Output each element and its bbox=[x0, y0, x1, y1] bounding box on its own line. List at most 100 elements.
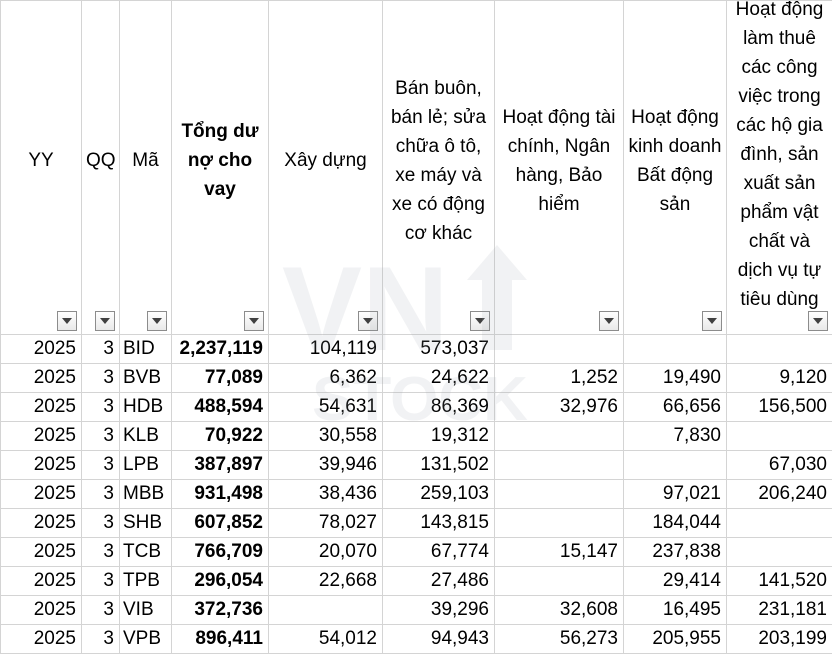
cell-taichinh[interactable]: 15,147 bbox=[495, 538, 624, 567]
cell-banbuon[interactable]: 86,369 bbox=[383, 393, 495, 422]
cell-batdongsan[interactable]: 66,656 bbox=[624, 393, 727, 422]
cell-xaydung[interactable]: 30,558 bbox=[269, 422, 383, 451]
cell-xaydung[interactable]: 78,027 bbox=[269, 509, 383, 538]
cell-tong[interactable]: 372,736 bbox=[172, 596, 269, 625]
cell-taichinh[interactable] bbox=[495, 509, 624, 538]
cell-ma[interactable]: TCB bbox=[120, 538, 172, 567]
cell-qq[interactable]: 3 bbox=[82, 335, 120, 364]
cell-lamthue[interactable]: 156,500 bbox=[727, 393, 832, 422]
cell-banbuon[interactable]: 39,296 bbox=[383, 596, 495, 625]
cell-xaydung[interactable]: 22,668 bbox=[269, 567, 383, 596]
cell-tong[interactable]: 931,498 bbox=[172, 480, 269, 509]
cell-lamthue[interactable]: 67,030 bbox=[727, 451, 832, 480]
cell-tong[interactable]: 896,411 bbox=[172, 625, 269, 654]
cell-ma[interactable]: SHB bbox=[120, 509, 172, 538]
cell-yy[interactable]: 2025 bbox=[1, 393, 82, 422]
cell-yy[interactable]: 2025 bbox=[1, 364, 82, 393]
cell-taichinh[interactable] bbox=[495, 567, 624, 596]
cell-banbuon[interactable]: 24,622 bbox=[383, 364, 495, 393]
cell-lamthue[interactable]: 141,520 bbox=[727, 567, 832, 596]
cell-qq[interactable]: 3 bbox=[82, 480, 120, 509]
cell-yy[interactable]: 2025 bbox=[1, 480, 82, 509]
cell-ma[interactable]: KLB bbox=[120, 422, 172, 451]
cell-batdongsan[interactable]: 97,021 bbox=[624, 480, 727, 509]
filter-dropdown-xaydung[interactable] bbox=[358, 311, 378, 331]
cell-batdongsan[interactable]: 237,838 bbox=[624, 538, 727, 567]
cell-taichinh[interactable] bbox=[495, 480, 624, 509]
filter-dropdown-yy[interactable] bbox=[57, 311, 77, 331]
cell-lamthue[interactable]: 231,181 bbox=[727, 596, 832, 625]
cell-banbuon[interactable]: 573,037 bbox=[383, 335, 495, 364]
cell-qq[interactable]: 3 bbox=[82, 596, 120, 625]
filter-dropdown-batdongsan[interactable] bbox=[702, 311, 722, 331]
cell-xaydung[interactable]: 39,946 bbox=[269, 451, 383, 480]
cell-banbuon[interactable]: 19,312 bbox=[383, 422, 495, 451]
filter-dropdown-taichinh[interactable] bbox=[599, 311, 619, 331]
filter-dropdown-ma[interactable] bbox=[147, 311, 167, 331]
cell-banbuon[interactable]: 131,502 bbox=[383, 451, 495, 480]
cell-tong[interactable]: 77,089 bbox=[172, 364, 269, 393]
cell-ma[interactable]: BID bbox=[120, 335, 172, 364]
cell-yy[interactable]: 2025 bbox=[1, 538, 82, 567]
cell-qq[interactable]: 3 bbox=[82, 567, 120, 596]
cell-tong[interactable]: 387,897 bbox=[172, 451, 269, 480]
cell-taichinh[interactable]: 1,252 bbox=[495, 364, 624, 393]
cell-taichinh[interactable]: 32,608 bbox=[495, 596, 624, 625]
cell-batdongsan[interactable]: 19,490 bbox=[624, 364, 727, 393]
cell-lamthue[interactable] bbox=[727, 422, 832, 451]
cell-tong[interactable]: 296,054 bbox=[172, 567, 269, 596]
cell-batdongsan[interactable]: 184,044 bbox=[624, 509, 727, 538]
cell-batdongsan[interactable]: 205,955 bbox=[624, 625, 727, 654]
cell-taichinh[interactable]: 32,976 bbox=[495, 393, 624, 422]
cell-banbuon[interactable]: 94,943 bbox=[383, 625, 495, 654]
cell-yy[interactable]: 2025 bbox=[1, 335, 82, 364]
cell-yy[interactable]: 2025 bbox=[1, 422, 82, 451]
cell-xaydung[interactable]: 54,631 bbox=[269, 393, 383, 422]
cell-qq[interactable]: 3 bbox=[82, 509, 120, 538]
cell-lamthue[interactable]: 206,240 bbox=[727, 480, 832, 509]
cell-yy[interactable]: 2025 bbox=[1, 625, 82, 654]
cell-qq[interactable]: 3 bbox=[82, 538, 120, 567]
cell-banbuon[interactable]: 143,815 bbox=[383, 509, 495, 538]
cell-batdongsan[interactable] bbox=[624, 335, 727, 364]
cell-taichinh[interactable] bbox=[495, 451, 624, 480]
cell-lamthue[interactable] bbox=[727, 538, 832, 567]
cell-batdongsan[interactable]: 16,495 bbox=[624, 596, 727, 625]
cell-yy[interactable]: 2025 bbox=[1, 451, 82, 480]
cell-batdongsan[interactable]: 29,414 bbox=[624, 567, 727, 596]
cell-xaydung[interactable]: 38,436 bbox=[269, 480, 383, 509]
cell-taichinh[interactable] bbox=[495, 422, 624, 451]
cell-qq[interactable]: 3 bbox=[82, 422, 120, 451]
cell-qq[interactable]: 3 bbox=[82, 364, 120, 393]
cell-xaydung[interactable] bbox=[269, 596, 383, 625]
filter-dropdown-lamthue[interactable] bbox=[808, 311, 828, 331]
cell-xaydung[interactable]: 54,012 bbox=[269, 625, 383, 654]
cell-xaydung[interactable]: 6,362 bbox=[269, 364, 383, 393]
cell-taichinh[interactable] bbox=[495, 335, 624, 364]
cell-qq[interactable]: 3 bbox=[82, 625, 120, 654]
filter-dropdown-qq[interactable] bbox=[95, 311, 115, 331]
cell-qq[interactable]: 3 bbox=[82, 393, 120, 422]
cell-yy[interactable]: 2025 bbox=[1, 509, 82, 538]
cell-taichinh[interactable]: 56,273 bbox=[495, 625, 624, 654]
cell-lamthue[interactable]: 9,120 bbox=[727, 364, 832, 393]
filter-dropdown-banbuon[interactable] bbox=[470, 311, 490, 331]
filter-dropdown-tong[interactable] bbox=[244, 311, 264, 331]
cell-tong[interactable]: 70,922 bbox=[172, 422, 269, 451]
cell-ma[interactable]: HDB bbox=[120, 393, 172, 422]
cell-batdongsan[interactable] bbox=[624, 451, 727, 480]
cell-lamthue[interactable] bbox=[727, 509, 832, 538]
cell-banbuon[interactable]: 259,103 bbox=[383, 480, 495, 509]
cell-ma[interactable]: VPB bbox=[120, 625, 172, 654]
cell-xaydung[interactable]: 20,070 bbox=[269, 538, 383, 567]
cell-lamthue[interactable]: 203,199 bbox=[727, 625, 832, 654]
cell-ma[interactable]: BVB bbox=[120, 364, 172, 393]
cell-tong[interactable]: 2,237,119 bbox=[172, 335, 269, 364]
cell-lamthue[interactable] bbox=[727, 335, 832, 364]
cell-ma[interactable]: MBB bbox=[120, 480, 172, 509]
cell-ma[interactable]: TPB bbox=[120, 567, 172, 596]
cell-tong[interactable]: 607,852 bbox=[172, 509, 269, 538]
cell-tong[interactable]: 488,594 bbox=[172, 393, 269, 422]
cell-banbuon[interactable]: 67,774 bbox=[383, 538, 495, 567]
cell-tong[interactable]: 766,709 bbox=[172, 538, 269, 567]
